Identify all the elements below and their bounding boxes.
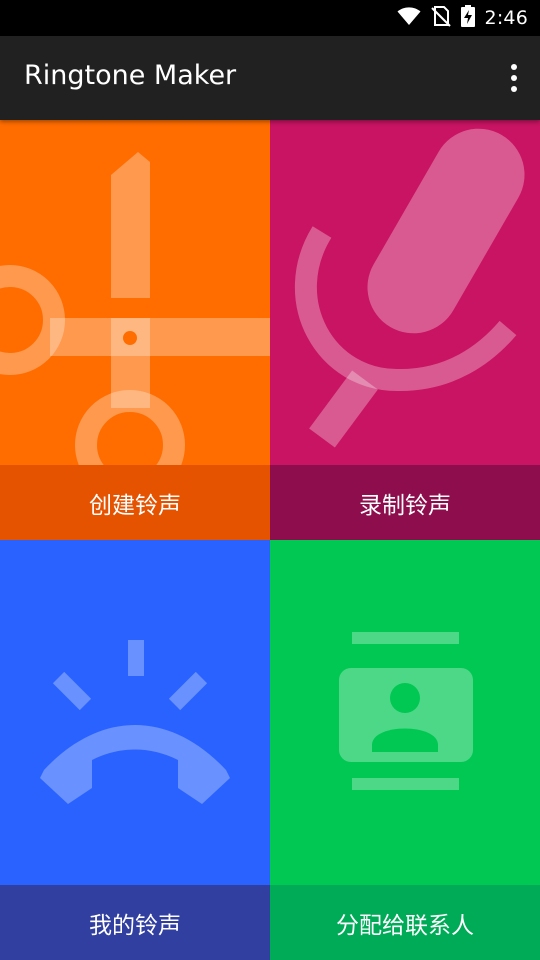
record-ringtone-label: 录制铃声 [270, 465, 540, 540]
status-icons: 2:46 [397, 5, 528, 31]
battery-charging-icon [460, 5, 475, 31]
phone-ringing-icon [0, 540, 270, 885]
assign-contact-label: 分配给联系人 [270, 885, 540, 960]
create-ringtone-label: 创建铃声 [0, 465, 270, 540]
no-sim-icon [430, 5, 451, 31]
status-time: 2:46 [484, 7, 528, 29]
my-ringtones-tile[interactable]: 我的铃声 [0, 540, 270, 960]
home-grid: 创建铃声 录制铃声 我的铃声 分配给联系人 [0, 120, 540, 960]
more-vert-icon[interactable] [502, 62, 526, 94]
my-ringtones-label: 我的铃声 [0, 885, 270, 960]
contact-card-icon [270, 540, 540, 885]
app-title: Ringtone Maker [24, 60, 237, 91]
app-bar: Ringtone Maker [0, 36, 540, 120]
status-bar: 2:46 [0, 0, 540, 36]
microphone-icon [270, 120, 540, 465]
assign-contact-tile[interactable]: 分配给联系人 [270, 540, 540, 960]
wifi-icon [397, 6, 421, 30]
create-ringtone-tile[interactable]: 创建铃声 [0, 120, 270, 540]
scissors-icon [0, 120, 270, 500]
record-ringtone-tile[interactable]: 录制铃声 [270, 120, 540, 540]
